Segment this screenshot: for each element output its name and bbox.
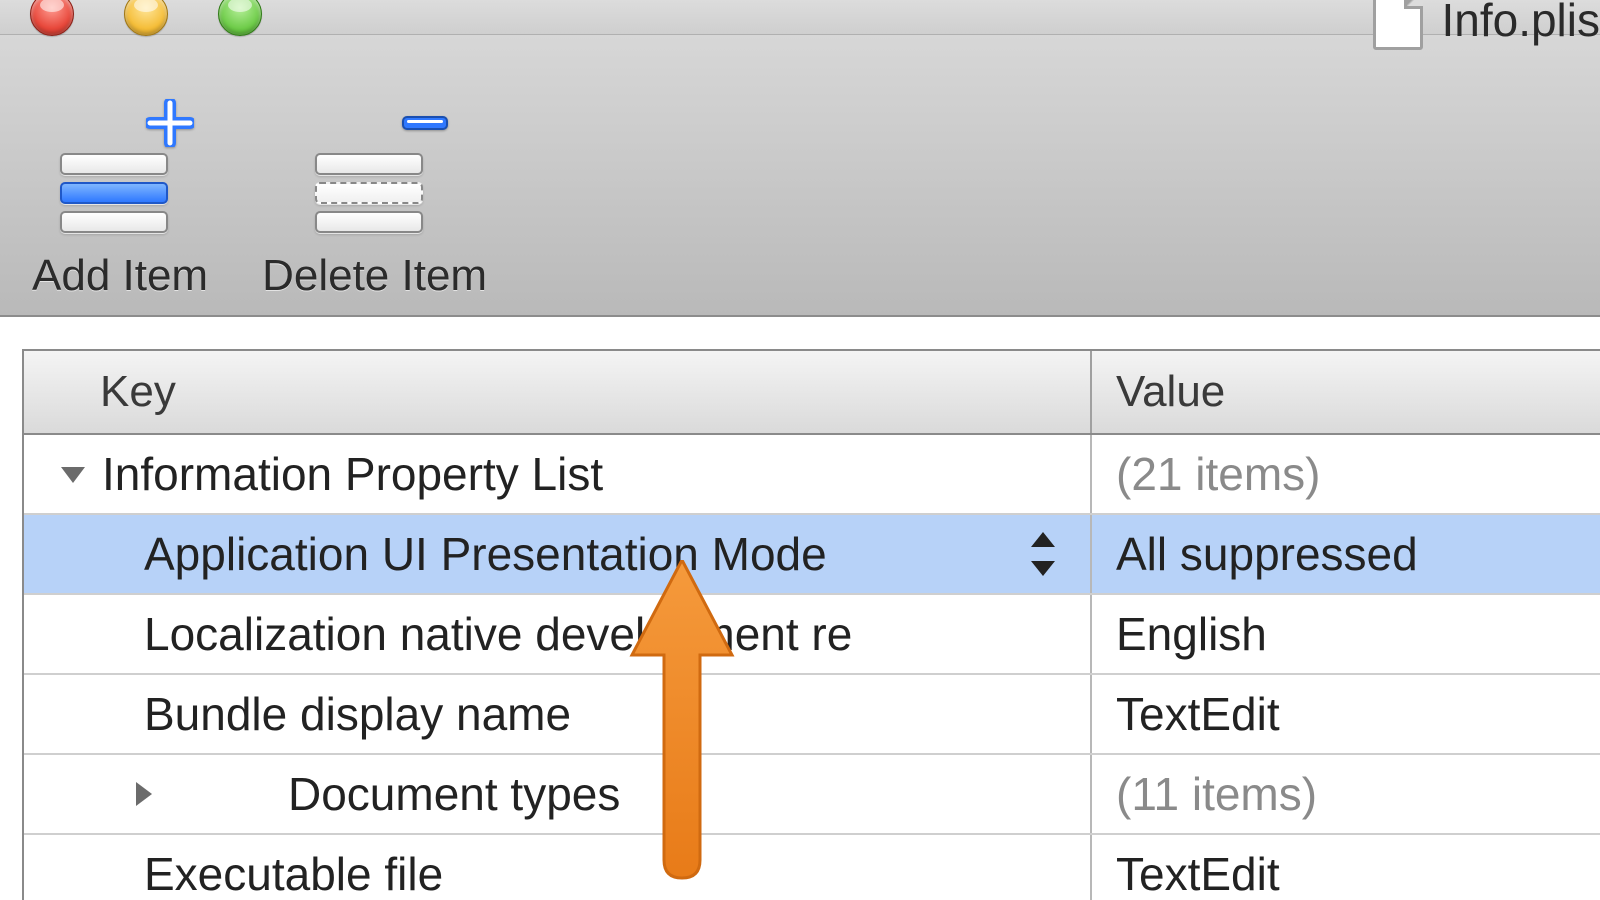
table-row[interactable]: Document types (11 items) bbox=[24, 755, 1600, 835]
minus-icon bbox=[401, 99, 449, 147]
table-row[interactable]: Information Property List (21 items) bbox=[24, 435, 1600, 515]
document-title-area: Info.plis bbox=[1373, 0, 1600, 50]
table-header: Key Value bbox=[24, 351, 1600, 435]
delete-item-button[interactable]: Delete Item bbox=[262, 113, 487, 301]
key-text: Localization native development re bbox=[144, 607, 852, 661]
document-title: Info.plis bbox=[1441, 0, 1600, 47]
table-row[interactable]: Executable file TextEdit bbox=[24, 835, 1600, 900]
key-text: Information Property List bbox=[102, 447, 603, 501]
table-body: Information Property List(21 items)Appli… bbox=[24, 435, 1600, 900]
column-header-value[interactable]: Value bbox=[1092, 351, 1600, 433]
table-row[interactable]: Application UI Presentation Mode All supp… bbox=[24, 515, 1600, 595]
window-titlebar: Info.plis bbox=[0, 0, 1600, 35]
key-cell[interactable]: Executable file bbox=[24, 835, 1092, 900]
add-item-icon bbox=[60, 113, 180, 233]
value-cell[interactable]: TextEdit bbox=[1092, 675, 1600, 753]
value-cell[interactable]: All suppressed bbox=[1092, 515, 1600, 593]
toolbar: Add Item Delete Item bbox=[0, 35, 1600, 317]
key-cell[interactable]: Localization native development re bbox=[24, 595, 1092, 673]
value-cell[interactable]: English bbox=[1092, 595, 1600, 673]
chevron-down-icon[interactable] bbox=[58, 459, 88, 489]
zoom-window-button[interactable] bbox=[218, 0, 262, 36]
document-icon bbox=[1373, 0, 1423, 50]
key-cell[interactable]: Information Property List bbox=[24, 435, 1092, 513]
plist-table: Key Value Information Property List (21 i… bbox=[22, 349, 1600, 900]
minimize-window-button[interactable] bbox=[124, 0, 168, 36]
add-item-button[interactable]: Add Item bbox=[32, 113, 208, 301]
value-cell[interactable]: TextEdit bbox=[1092, 835, 1600, 900]
key-type-stepper[interactable] bbox=[1028, 530, 1058, 578]
key-text: Executable file bbox=[144, 847, 443, 900]
key-text: Application UI Presentation Mode bbox=[144, 527, 827, 581]
key-cell[interactable]: Document types bbox=[24, 755, 1092, 833]
table-row[interactable]: Bundle display name TextEdit bbox=[24, 675, 1600, 755]
delete-item-icon bbox=[315, 113, 435, 233]
value-cell[interactable]: (21 items) bbox=[1092, 435, 1600, 513]
key-text: Document types bbox=[288, 767, 620, 821]
delete-item-label: Delete Item bbox=[262, 251, 487, 301]
key-text: Bundle display name bbox=[144, 687, 571, 741]
traffic-lights bbox=[30, 0, 262, 36]
key-cell[interactable]: Application UI Presentation Mode bbox=[24, 515, 1092, 593]
value-cell[interactable]: (11 items) bbox=[1092, 755, 1600, 833]
column-header-key[interactable]: Key bbox=[24, 351, 1092, 433]
table-row[interactable]: Localization native development re Englis… bbox=[24, 595, 1600, 675]
plus-icon bbox=[146, 99, 194, 147]
chevron-right-icon[interactable] bbox=[128, 779, 158, 809]
add-item-label: Add Item bbox=[32, 251, 208, 301]
key-cell[interactable]: Bundle display name bbox=[24, 675, 1092, 753]
close-window-button[interactable] bbox=[30, 0, 74, 36]
